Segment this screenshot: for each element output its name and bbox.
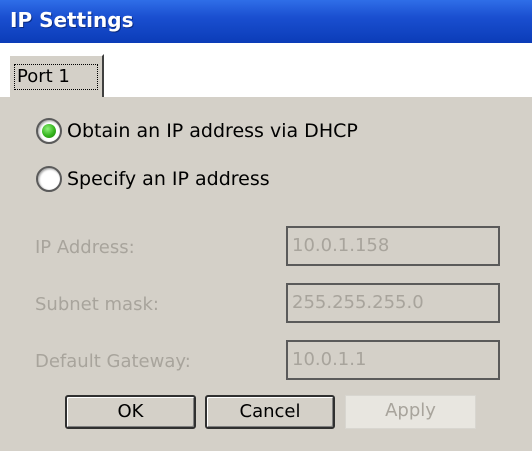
default-gateway-input[interactable]: 10.0.1.1 <box>286 340 500 380</box>
ip-address-input[interactable]: 10.0.1.158 <box>286 226 500 266</box>
static-ip-radio-button[interactable] <box>36 166 62 192</box>
ip-address-label: IP Address: <box>35 237 135 258</box>
dhcp-radio-option[interactable]: Obtain an IP address via DHCP <box>36 115 358 147</box>
cancel-button[interactable]: Cancel <box>205 395 335 429</box>
tab-port-1-label: Port 1 <box>14 64 98 90</box>
static-ip-radio-option[interactable]: Specify an IP address <box>36 163 270 195</box>
radio-selected-dot <box>42 124 56 138</box>
tab-port-1[interactable]: Port 1 <box>8 54 104 97</box>
subnet-mask-input[interactable]: 255.255.255.0 <box>286 283 500 323</box>
ok-button[interactable]: OK <box>65 395 196 429</box>
ip-settings-window: IP Settings Port 1 Obtain an IP address … <box>0 0 532 451</box>
dhcp-radio-button[interactable] <box>36 118 62 144</box>
title-bar: IP Settings <box>0 0 532 43</box>
dhcp-radio-label[interactable]: Obtain an IP address via DHCP <box>67 120 358 142</box>
apply-button[interactable]: Apply <box>345 395 476 429</box>
static-ip-radio-label[interactable]: Specify an IP address <box>67 168 270 190</box>
default-gateway-label: Default Gateway: <box>35 351 191 372</box>
subnet-mask-label: Subnet mask: <box>35 294 159 315</box>
window-title: IP Settings <box>10 8 134 32</box>
